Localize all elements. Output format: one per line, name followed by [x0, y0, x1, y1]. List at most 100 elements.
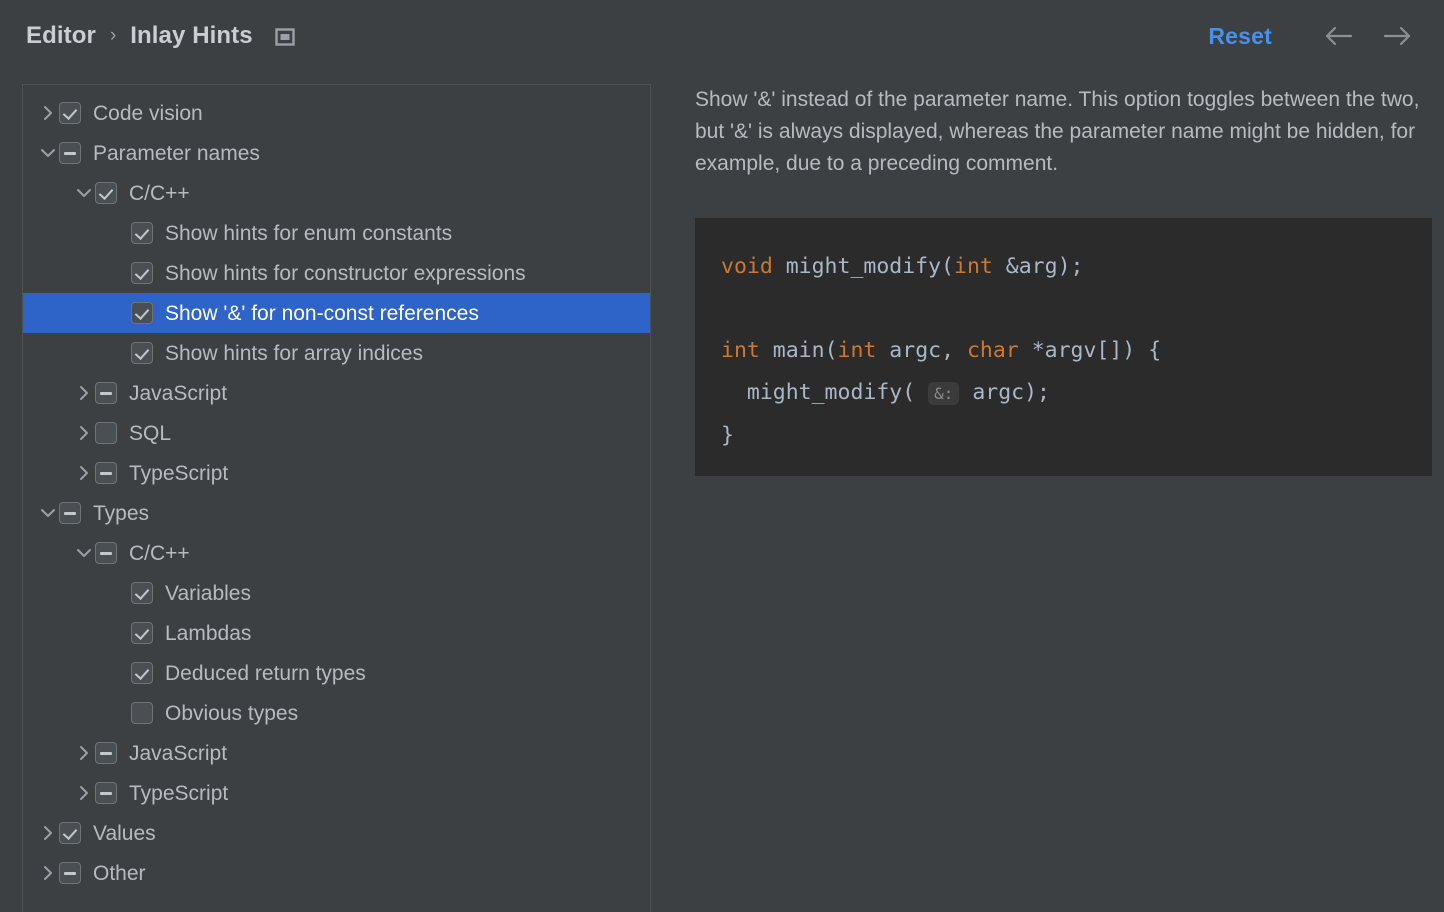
chevron-right-icon[interactable]: [73, 382, 95, 404]
arrow-right-icon[interactable]: [1382, 23, 1412, 49]
reset-button[interactable]: Reset: [1208, 23, 1272, 50]
checkbox-partial[interactable]: [95, 382, 117, 404]
chevron-right-icon[interactable]: [37, 862, 59, 884]
tree-list: Code vision Parameter names C/C++ Show hint…: [23, 85, 650, 893]
tree-row-label: JavaScript: [129, 741, 228, 765]
tree-row-label: Show hints for array indices: [165, 341, 423, 365]
chevron-down-icon[interactable]: [37, 142, 59, 164]
checkbox-checked[interactable]: [59, 102, 81, 124]
tree-row[interactable]: Show hints for enum constants: [23, 213, 650, 253]
breadcrumb-separator-icon: ›: [109, 25, 117, 46]
tree-row[interactable]: Lambdas: [23, 613, 650, 653]
tree-row-label: Obvious types: [165, 701, 299, 725]
chevron-down-icon[interactable]: [73, 542, 95, 564]
tree-row-label: SQL: [129, 421, 172, 445]
chevron-down-icon[interactable]: [73, 182, 95, 204]
chevron-right-icon[interactable]: [73, 462, 95, 484]
checkbox-partial[interactable]: [95, 542, 117, 564]
chevron-down-icon[interactable]: [37, 502, 59, 524]
tree-row[interactable]: Show '&' for non-const references: [23, 293, 650, 333]
tree-row-label: TypeScript: [129, 781, 229, 805]
tree-row[interactable]: Parameter names: [23, 133, 650, 173]
checkbox-unchecked[interactable]: [131, 702, 153, 724]
tree-row[interactable]: Other: [23, 853, 650, 893]
code-text: argc);: [959, 380, 1050, 405]
tree-row[interactable]: TypeScript: [23, 453, 650, 493]
tree-row-label: JavaScript: [129, 381, 228, 405]
tree-row[interactable]: C/C++: [23, 173, 650, 213]
checkbox-checked[interactable]: [131, 662, 153, 684]
tree-row-label: Show hints for enum constants: [165, 221, 453, 245]
tree-row-label: Show hints for constructor expressions: [165, 261, 526, 285]
tree-row[interactable]: Values: [23, 813, 650, 853]
checkbox-checked[interactable]: [59, 822, 81, 844]
tree-row[interactable]: JavaScript: [23, 373, 650, 413]
code-keyword: int: [837, 338, 877, 363]
checkbox-unchecked[interactable]: [95, 422, 117, 444]
code-text: *argv[]) {: [1018, 338, 1162, 363]
code-keyword: int: [721, 338, 760, 363]
code-text: argc,: [876, 338, 967, 363]
tree-row[interactable]: Show hints for constructor expressions: [23, 253, 650, 293]
inlay-hints-settings-page: Editor › Inlay Hints Reset Code vision P…: [0, 0, 1444, 912]
tree-row[interactable]: Code vision: [23, 93, 650, 133]
breadcrumb: Editor › Inlay Hints: [26, 22, 295, 50]
tree-row[interactable]: SQL: [23, 413, 650, 453]
breadcrumb-item-inlay-hints[interactable]: Inlay Hints: [130, 22, 252, 50]
code-text: might_modify(: [721, 380, 929, 405]
code-text: main(: [759, 338, 838, 363]
tree-row[interactable]: Types: [23, 493, 650, 533]
tree-row[interactable]: Show hints for array indices: [23, 333, 650, 373]
checkbox-checked[interactable]: [131, 342, 153, 364]
tree-row[interactable]: Variables: [23, 573, 650, 613]
checkbox-partial[interactable]: [95, 782, 117, 804]
checkbox-checked[interactable]: [131, 222, 153, 244]
checkbox-partial[interactable]: [59, 142, 81, 164]
chevron-right-icon[interactable]: [73, 422, 95, 444]
detail-pane: Show '&' instead of the parameter name. …: [695, 84, 1432, 476]
tree-row[interactable]: JavaScript: [23, 733, 650, 773]
tree-row[interactable]: C/C++: [23, 533, 650, 573]
code-keyword: void: [721, 254, 773, 279]
chevron-right-icon[interactable]: [37, 102, 59, 124]
chevron-right-icon[interactable]: [73, 742, 95, 764]
option-description: Show '&' instead of the parameter name. …: [695, 88, 1420, 175]
tree-row-label: Values: [93, 821, 156, 845]
chevron-right-icon[interactable]: [73, 782, 95, 804]
checkbox-checked[interactable]: [131, 622, 153, 644]
tree-row[interactable]: TypeScript: [23, 773, 650, 813]
tree-row-label: Code vision: [93, 101, 203, 125]
code-text: }: [721, 423, 734, 448]
tree-row-label: Other: [93, 861, 146, 885]
tree-row[interactable]: Obvious types: [23, 693, 650, 733]
window-settings-icon[interactable]: [275, 27, 295, 47]
checkbox-checked[interactable]: [95, 182, 117, 204]
breadcrumb-item-editor[interactable]: Editor: [26, 22, 96, 50]
code-text: &arg);: [992, 254, 1084, 279]
checkbox-partial[interactable]: [59, 502, 81, 524]
chevron-right-icon[interactable]: [37, 822, 59, 844]
checkbox-partial[interactable]: [95, 462, 117, 484]
checkbox-partial[interactable]: [59, 862, 81, 884]
arrow-left-icon[interactable]: [1324, 23, 1354, 49]
tree-row-label: Lambdas: [165, 621, 252, 645]
inlay-hint-chip: &:: [928, 382, 960, 405]
tree-row-label: Variables: [165, 581, 251, 605]
checkbox-checked[interactable]: [131, 582, 153, 604]
code-line: might_modify( &: argc);: [721, 372, 1406, 415]
checkbox-partial[interactable]: [95, 742, 117, 764]
tree-row[interactable]: Deduced return types: [23, 653, 650, 693]
inlay-hints-tree-panel[interactable]: Code vision Parameter names C/C++ Show hint…: [22, 84, 651, 912]
checkbox-checked[interactable]: [131, 302, 153, 324]
tree-row-label: TypeScript: [129, 461, 229, 485]
checkbox-checked[interactable]: [131, 262, 153, 284]
